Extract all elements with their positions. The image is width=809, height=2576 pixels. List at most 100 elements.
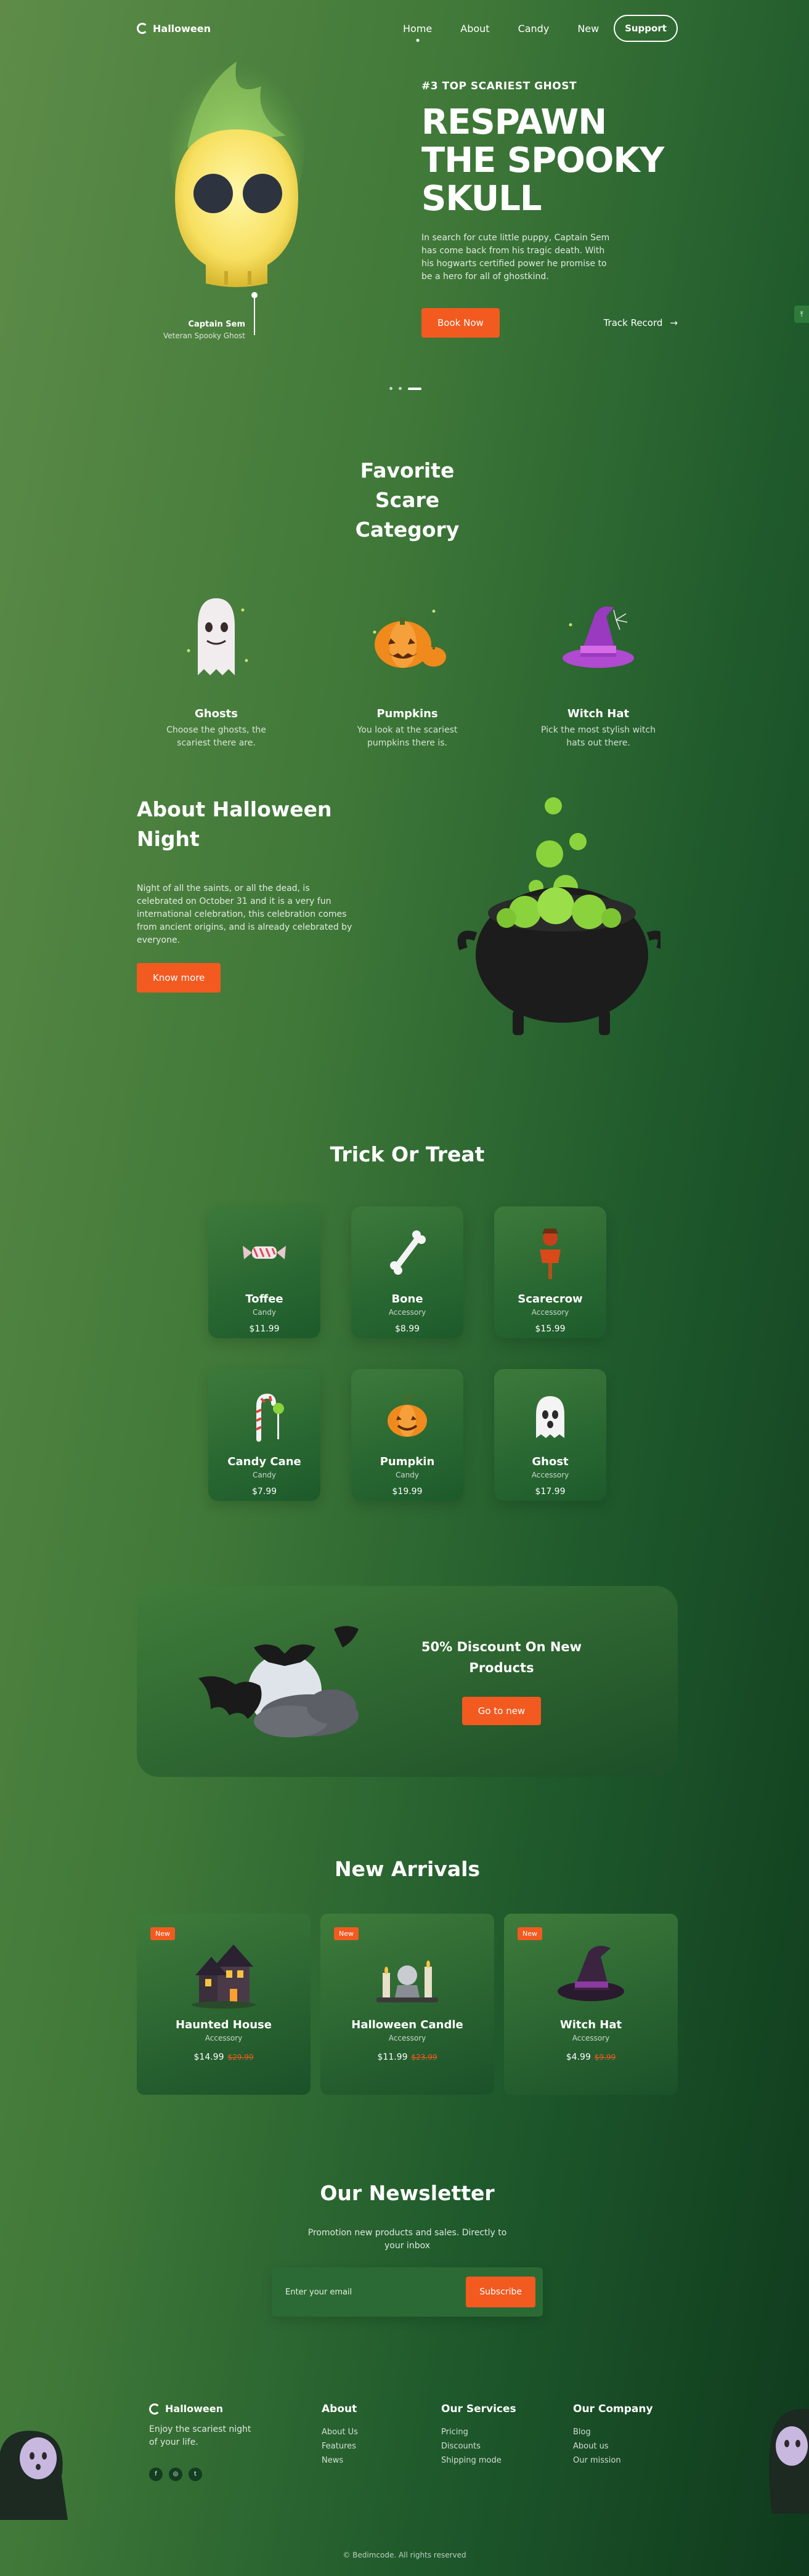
arrival-price-old: $23.99 <box>411 2053 437 2062</box>
slider-dot-active[interactable] <box>408 387 421 390</box>
skull-caption: Captain Sem Veteran Spooky Ghost <box>137 319 245 341</box>
social-links: f ◎ t <box>149 2468 260 2481</box>
footer-link[interactable]: Shipping mode <box>441 2456 516 2465</box>
nav-link-about[interactable]: About <box>460 23 489 35</box>
facebook-icon[interactable]: f <box>149 2468 163 2481</box>
slider-dot[interactable] <box>389 387 392 390</box>
arrival-price-old: $29.99 <box>227 2053 254 2062</box>
arrival-card[interactable]: New Witch Hat Accessory $4.99 $9.99 <box>504 1914 678 2095</box>
book-now-button[interactable]: Book Now <box>421 308 500 338</box>
hero-section: Captain Sem Veteran Spooky Ghost #3 TOP … <box>137 62 678 390</box>
arrival-card[interactable]: New Halloween Candle Accessory $11.99 $23… <box>320 1914 494 2095</box>
arrivals-section: New Arrivals New Haunted House Accessory… <box>137 1855 678 2095</box>
arrivals-title: New Arrivals <box>334 1857 481 1881</box>
product-type: Candy <box>252 1471 277 1479</box>
product-name: Scarecrow <box>518 1293 583 1306</box>
product-card[interactable]: Toffee Candy $11.99 <box>208 1206 320 1338</box>
slider-dot[interactable] <box>399 387 402 390</box>
cauldron-illustration <box>457 797 661 1035</box>
twitter-icon[interactable]: t <box>189 2468 202 2481</box>
arrival-type: Accessory <box>388 2034 426 2042</box>
support-button[interactable]: Support <box>614 15 678 42</box>
footer-link[interactable]: About us <box>573 2442 653 2451</box>
category-card[interactable]: Ghosts Choose the ghosts, the scariest t… <box>158 589 275 750</box>
product-card[interactable]: Candy Cane Candy $7.99 <box>208 1369 320 1501</box>
product-type: Accessory <box>388 1308 426 1317</box>
footer-link[interactable]: Blog <box>573 2428 653 2437</box>
product-card[interactable]: Pumpkin Candy $19.99 <box>351 1369 463 1501</box>
nav-link-home[interactable]: Home <box>403 23 432 35</box>
about-desc: Night of all the saints, or all the dead… <box>137 884 352 945</box>
witch-hat-icon <box>558 1946 624 2001</box>
product-price: $11.99 <box>249 1324 280 1334</box>
footer-link[interactable]: Features <box>322 2442 358 2451</box>
new-badge: New <box>518 1927 542 1940</box>
newsletter-title: Our Newsletter <box>320 2181 495 2205</box>
nav-link-new[interactable]: New <box>577 23 599 35</box>
instagram-icon[interactable]: ◎ <box>169 2468 182 2481</box>
footer-brand-name: Halloween <box>165 2403 224 2415</box>
footer-column-title: Our Company <box>573 2403 653 2415</box>
caption-role: Veteran Spooky Ghost <box>163 331 245 340</box>
footer-logo[interactable]: Halloween <box>149 2403 260 2415</box>
footer-link[interactable]: Pricing <box>441 2428 516 2437</box>
products-grid: Toffee Candy $11.99 Bone Accessory $8.99… <box>137 1206 678 1501</box>
newsletter-subtitle: Promotion new products and sales. Direct… <box>307 2228 507 2251</box>
go-to-new-button[interactable]: Go to new <box>461 1697 542 1725</box>
about-section: About Halloween Night Night of all the s… <box>137 795 678 1066</box>
scarecrow-icon <box>540 1229 561 1279</box>
category-card[interactable]: Witch Hat Pick the most stylish witch ha… <box>540 589 657 750</box>
nav-link-candy[interactable]: Candy <box>518 23 550 35</box>
footer-link[interactable]: Discounts <box>441 2442 516 2451</box>
footer-link[interactable]: News <box>322 2456 358 2465</box>
logo-icon <box>149 2403 160 2415</box>
subscribe-button[interactable]: Subscribe <box>466 2277 535 2307</box>
hero-lead: In search for cute little puppy, Captain… <box>421 233 610 282</box>
hero-slider-dots <box>389 387 421 390</box>
email-input[interactable] <box>285 2287 433 2297</box>
product-price: $19.99 <box>392 1487 423 1497</box>
products-title: Trick Or Treat <box>330 1142 485 1166</box>
caption-name: Captain Sem <box>188 320 245 329</box>
arrival-type: Accessory <box>572 2034 610 2042</box>
product-card[interactable]: Bone Accessory $8.99 <box>351 1206 463 1338</box>
arrival-card[interactable]: New Haunted House Accessory $14.99 $29.99 <box>137 1914 311 2095</box>
new-badge: New <box>150 1927 175 1940</box>
hero-title: RESPAWN THE SPOOKY SKULL <box>421 104 678 218</box>
product-card[interactable]: Scarecrow Accessory $15.99 <box>494 1206 606 1338</box>
category-desc: Choose the ghosts, the scariest there ar… <box>166 725 266 748</box>
product-type: Accessory <box>531 1308 569 1317</box>
product-card[interactable]: Ghost Accessory $17.99 <box>494 1369 606 1501</box>
know-more-button[interactable]: Know more <box>137 963 221 993</box>
arrival-price: $4.99 $9.99 <box>504 2052 678 2062</box>
newsletter-form: Subscribe <box>272 2267 543 2317</box>
ghost-icon <box>187 598 248 675</box>
moon-bats-illustration <box>198 1626 359 1737</box>
toffee-icon <box>243 1246 286 1259</box>
footer-link[interactable]: Our mission <box>573 2456 653 2465</box>
footer: Halloween Enjoy the scariest night of yo… <box>137 2403 678 2495</box>
footer-column-title: About <box>322 2403 357 2415</box>
product-price: $8.99 <box>394 1324 420 1334</box>
candy-cane-icon <box>256 1393 284 1442</box>
arrival-type: Accessory <box>205 2034 243 2042</box>
newsletter-section: Our Newsletter Promotion new products an… <box>137 2179 678 2317</box>
product-name: Toffee <box>245 1293 283 1306</box>
halloween-candle-icon <box>376 1960 438 2002</box>
scroll-up-icon[interactable]: ⤒ <box>794 306 809 323</box>
product-type: Candy <box>395 1471 420 1479</box>
product-price: $7.99 <box>251 1487 277 1497</box>
category-grid: Ghosts Choose the ghosts, the scariest t… <box>137 589 678 750</box>
track-record-link[interactable]: Track Record → <box>604 317 678 328</box>
category-card[interactable]: Pumpkins You look at the scariest pumpki… <box>349 589 466 750</box>
about-title: About Halloween Night <box>137 797 332 851</box>
hero-actions: Book Now Track Record → <box>421 308 678 338</box>
arrow-right-icon: → <box>670 317 678 328</box>
hero-eyebrow: #3 TOP SCARIEST GHOST <box>421 80 577 92</box>
brand-logo[interactable]: Halloween <box>137 23 211 35</box>
haunted-house-icon <box>192 1944 256 2009</box>
category-title: Favorite Scare Category <box>355 458 460 542</box>
hero-title-line: RESPAWN <box>421 102 607 142</box>
footer-link[interactable]: About Us <box>322 2428 358 2437</box>
hero-text: #3 TOP SCARIEST GHOST RESPAWN THE SPOOKY… <box>421 80 678 338</box>
